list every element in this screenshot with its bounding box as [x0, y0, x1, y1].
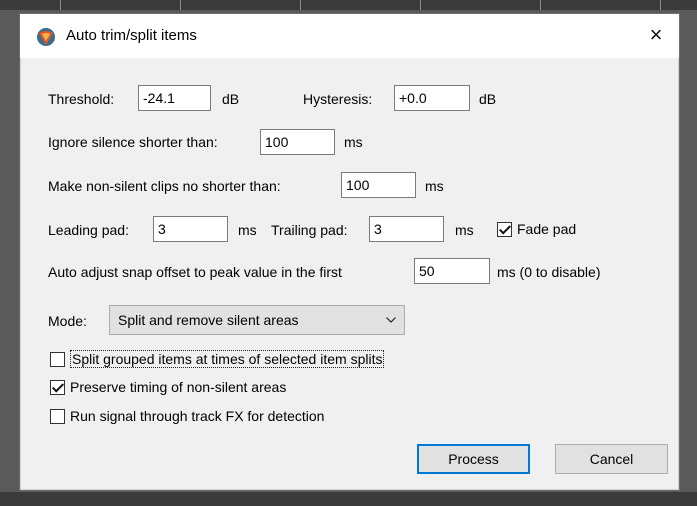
- leading-pad-label: Leading pad:: [48, 222, 129, 238]
- preserve-timing-label: Preserve timing of non-silent areas: [70, 379, 287, 395]
- timeline-ruler-top: [0, 0, 697, 10]
- split-grouped-check-mark[interactable]: [50, 351, 65, 367]
- close-button[interactable]: ×: [639, 20, 673, 50]
- ignore-silence-input[interactable]: [260, 129, 335, 155]
- ruler-tick: [420, 0, 421, 10]
- ruler-tick: [300, 0, 301, 10]
- dialog-title: Auto trim/split items: [66, 27, 197, 44]
- timeline-ruler-bottom: [0, 492, 697, 506]
- hysteresis-label: Hysteresis:: [303, 91, 373, 107]
- preserve-timing-checkbox[interactable]: Preserve timing of non-silent areas: [50, 379, 286, 395]
- ruler-tick: [60, 0, 61, 10]
- trailing-pad-label: Trailing pad:: [271, 222, 348, 238]
- process-button[interactable]: Process: [417, 444, 530, 474]
- ruler-tick: [540, 0, 541, 10]
- run-signal-fx-check-mark[interactable]: [50, 408, 65, 424]
- snap-offset-input[interactable]: [414, 258, 490, 284]
- ruler-tick: [180, 0, 181, 10]
- min-clip-unit: ms: [425, 178, 444, 194]
- snap-offset-label: Auto adjust snap offset to peak value in…: [48, 264, 342, 280]
- hysteresis-unit: dB: [479, 91, 497, 107]
- threshold-input[interactable]: [138, 85, 211, 111]
- split-grouped-checkbox[interactable]: Split grouped items at times of selected…: [50, 350, 385, 368]
- chevron-down-icon: [386, 317, 396, 323]
- snap-offset-unit: ms (0 to disable): [497, 264, 601, 280]
- leading-pad-unit: ms: [238, 222, 257, 238]
- cancel-button[interactable]: Cancel: [555, 444, 668, 474]
- preserve-timing-check-mark[interactable]: [50, 379, 65, 395]
- min-clip-input[interactable]: [341, 172, 416, 198]
- trailing-pad-unit: ms: [455, 222, 474, 238]
- split-grouped-label: Split grouped items at times of selected…: [70, 350, 385, 368]
- fade-pad-checkbox[interactable]: Fade pad: [497, 221, 576, 237]
- leading-pad-input[interactable]: [153, 216, 228, 242]
- ruler-tick: [660, 0, 661, 10]
- auto-trim-split-dialog: Auto trim/split items × Threshold: dB Hy…: [19, 13, 680, 491]
- fade-pad-check-mark[interactable]: [497, 221, 512, 237]
- reaper-logo-icon: [37, 28, 55, 46]
- ignore-silence-label: Ignore silence shorter than:: [48, 134, 218, 150]
- hysteresis-input[interactable]: [394, 85, 470, 111]
- close-icon: ×: [649, 22, 663, 47]
- mode-select[interactable]: Split and remove silent areas: [109, 305, 405, 335]
- threshold-unit: dB: [222, 91, 240, 107]
- run-signal-fx-label: Run signal through track FX for detectio…: [70, 408, 325, 424]
- threshold-label: Threshold:: [48, 91, 115, 107]
- ignore-silence-unit: ms: [344, 134, 363, 150]
- min-clip-label: Make non-silent clips no shorter than:: [48, 178, 281, 194]
- title-bar: Auto trim/split items ×: [20, 14, 679, 58]
- run-signal-fx-checkbox[interactable]: Run signal through track FX for detectio…: [50, 408, 324, 424]
- mode-selected-value: Split and remove silent areas: [118, 312, 299, 328]
- trailing-pad-input[interactable]: [369, 216, 444, 242]
- fade-pad-label: Fade pad: [517, 221, 577, 237]
- mode-label: Mode:: [48, 313, 87, 329]
